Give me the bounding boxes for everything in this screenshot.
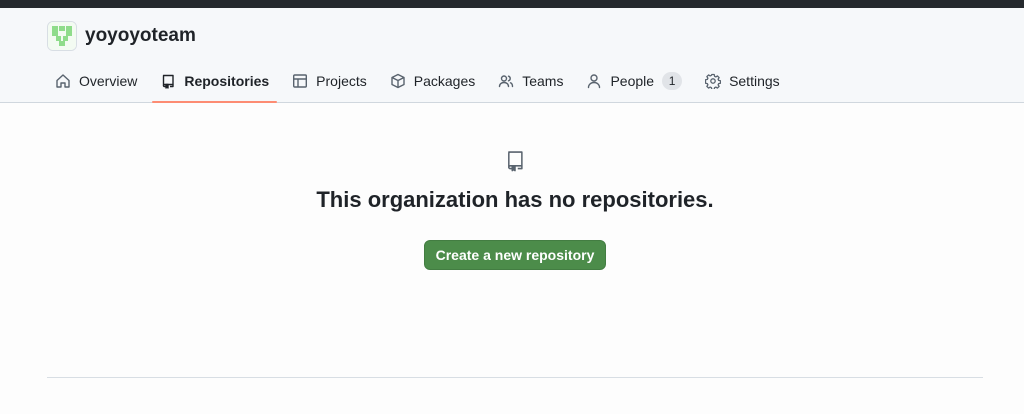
tab-label: Overview — [79, 73, 138, 89]
table-icon — [292, 73, 308, 89]
divider — [47, 377, 983, 378]
tab-repositories[interactable]: Repositories — [152, 66, 277, 103]
repo-icon — [504, 150, 526, 172]
tab-label: Packages — [413, 73, 476, 89]
tab-people[interactable]: People 1 — [578, 66, 690, 96]
tab-teams[interactable]: Teams — [490, 66, 571, 96]
package-icon — [390, 73, 406, 89]
home-icon — [55, 73, 71, 89]
tab-label: Projects — [316, 73, 367, 89]
tab-label: People — [610, 73, 655, 89]
org-nav-tabs: Overview Repositories Projects Packages … — [47, 66, 795, 103]
org-name[interactable]: yoyoyoteam — [85, 24, 196, 48]
empty-state-title: This organization has no repositories. — [316, 187, 714, 212]
tab-label: Teams — [522, 73, 564, 89]
gear-icon — [705, 73, 722, 89]
tab-overview[interactable]: Overview — [47, 66, 145, 96]
repo-icon — [160, 73, 176, 89]
people-icon — [498, 73, 514, 89]
tab-projects[interactable]: Projects — [284, 66, 375, 96]
people-count-badge: 1 — [662, 72, 683, 90]
create-repository-button[interactable]: Create a new repository — [424, 240, 606, 270]
tab-label: Repositories — [184, 73, 270, 89]
person-icon — [586, 73, 602, 89]
tab-packages[interactable]: Packages — [382, 66, 483, 96]
org-header: yoyoyoteam Overview Repositories Project… — [0, 8, 1024, 103]
tab-label: Settings — [729, 73, 780, 89]
org-avatar[interactable] — [47, 21, 77, 51]
top-dark-bar — [0, 0, 1024, 8]
tab-settings[interactable]: Settings — [697, 66, 788, 96]
